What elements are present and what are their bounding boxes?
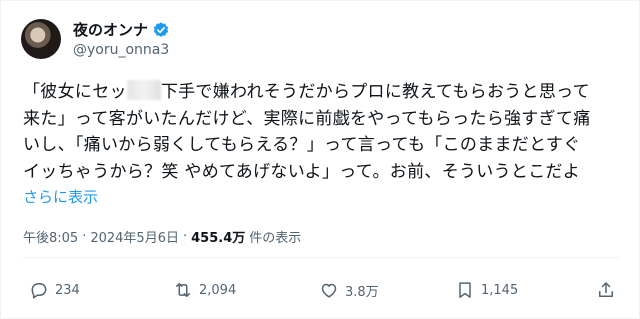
verified-badge-icon [153,21,169,37]
tweet-card: 夜のオンナ @yoru_onna3 「彼女にセッ 下手で嫌われそうだからプロに教え… [0,0,640,319]
share-button[interactable] [596,280,616,300]
reply-count: 234 [55,282,80,298]
bookmark-icon [459,282,471,298]
meta-separator: · [182,229,188,244]
author-display-name[interactable]: 夜のオンナ [73,19,148,40]
tweet-text: 「彼女にセッ 下手で嫌われそうだからプロに教えてもらおうと思って 来た」って客がい… [23,79,623,185]
like-button[interactable]: 3.8万 [319,280,379,300]
views-label: 件の表示 [249,231,302,246]
tweet-date[interactable]: 2024年5月6日 [90,227,179,246]
avatar[interactable] [21,19,61,59]
reply-button[interactable]: 234 [29,280,80,300]
bookmark-button[interactable]: 1,145 [455,280,518,300]
tweet-time[interactable]: 午後8:05 [23,227,78,246]
share-icon [599,282,613,297]
tweet-text-line: 来た」って客がいたんだけど、実際に前戯をやってもらったら強すぎて痛 [23,108,591,129]
retweet-button[interactable]: 2,094 [173,280,236,300]
tweet-text-line: イッちゃうから？笑 やめてあげないよ」って。お前、そういうとこだよ [23,161,581,182]
bookmark-count: 1,145 [481,282,519,298]
show-more-link[interactable]: さらに表示 [23,186,98,207]
like-count: 3.8万 [345,284,379,300]
tweet-text-line: いし、「痛いから弱くしてもらえる？」って言っても「このままだとすぐ [23,135,581,155]
meta-separator: · [82,229,87,244]
retweet-count: 2,094 [199,282,237,298]
action-bar: 234 2,094 3.8万 1,145 [23,272,619,308]
author-handle[interactable]: @yoru_onna3 [73,42,169,58]
retweet-icon [176,283,190,297]
tweet-text-line: 「彼女にセッ 下手で嫌われそうだからプロに教えてもらおうと思って [23,79,623,106]
author-name-row: 夜のオンナ [73,19,170,40]
divider [23,257,619,258]
heart-icon [321,283,337,298]
reply-icon [31,283,47,299]
tweet-text-segment: 下手で嫌われそうだからプロに教えてもらおうと思って [160,82,590,102]
tweet-meta: 午後8:05 · 2024年5月6日 · 455.4万 件の表示 [23,227,301,246]
blurred-censor [126,80,161,100]
views-count: 455.4万 [191,231,246,246]
tweet-text-segment: 「彼女にセッ [23,82,127,102]
